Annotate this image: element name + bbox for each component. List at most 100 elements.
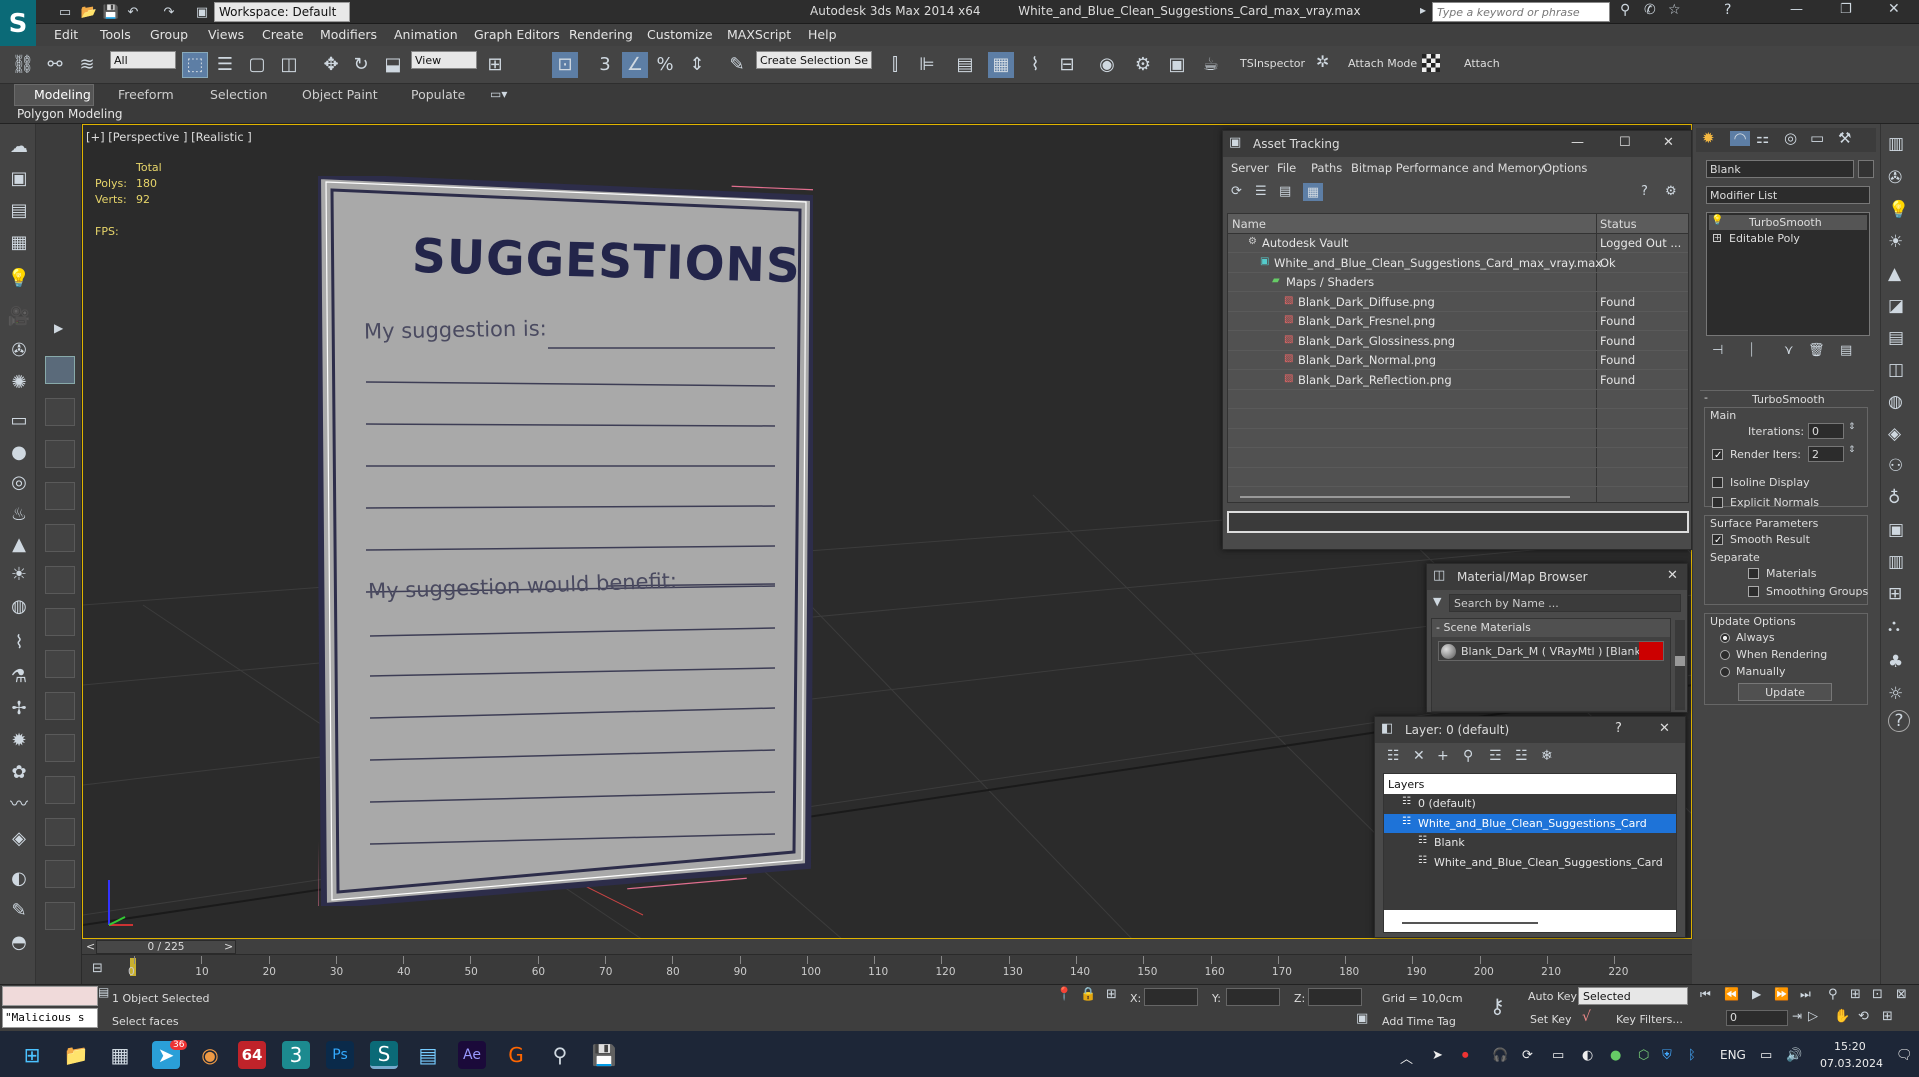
geosphere-icon[interactable]: ◍ xyxy=(6,594,32,620)
maxscript-listener-input[interactable]: "Malicious s xyxy=(2,1008,98,1028)
asset-scrollbar[interactable] xyxy=(1240,496,1570,498)
vray-layers-icon[interactable]: ▣ xyxy=(1888,522,1904,539)
update-button[interactable]: Update xyxy=(1738,683,1832,701)
undo-icon[interactable]: ↶ xyxy=(124,3,142,21)
layer-scrollbar[interactable] xyxy=(1402,922,1538,924)
tree-view-icon[interactable]: ▤ xyxy=(1279,185,1291,198)
vray-plane-icon[interactable]: ◫ xyxy=(1888,362,1904,379)
network-icon[interactable]: ◓ xyxy=(6,930,32,956)
file-explorer-icon[interactable]: 📁 xyxy=(62,1041,90,1069)
reference-coord-dropdown[interactable]: View xyxy=(411,51,477,69)
key-icon[interactable]: ⚷ xyxy=(1490,996,1505,1016)
utilities-tab-icon[interactable]: ⚒ xyxy=(1838,131,1851,146)
help-icon[interactable]: ? xyxy=(1724,3,1731,17)
show-end-result-icon[interactable]: ⏐ xyxy=(1748,344,1755,357)
notepad-icon[interactable]: ▤ xyxy=(414,1041,442,1069)
asset-menu-file[interactable]: File xyxy=(1277,161,1296,175)
torus-icon[interactable]: ◎ xyxy=(6,470,32,496)
clock-time[interactable]: 15:20 xyxy=(1834,1040,1866,1053)
menu-animation[interactable]: Animation xyxy=(394,27,458,42)
ribbon-tab-populate[interactable]: Populate xyxy=(411,87,465,102)
x-field[interactable] xyxy=(1144,988,1198,1006)
tray-nvidia-icon[interactable]: ◐ xyxy=(1582,1048,1593,1063)
attach-mode-icon[interactable]: ✲ xyxy=(1316,54,1329,70)
listener-icon[interactable]: ▤ xyxy=(98,986,109,998)
layout-grid-4[interactable] xyxy=(45,524,75,552)
freeze-all-layers-icon[interactable]: ❄ xyxy=(1541,749,1553,763)
isolate-icon[interactable]: 📍 xyxy=(1056,988,1072,1001)
angle-snap-icon[interactable]: ∠ xyxy=(622,52,648,78)
language-indicator[interactable]: ENG xyxy=(1720,1048,1746,1062)
scene-explorer-icon[interactable]: ▦ xyxy=(6,230,32,256)
select-by-name-icon[interactable]: ☰ xyxy=(212,52,238,78)
trackbar-mini-curve-icon[interactable]: ⊟ xyxy=(92,962,103,975)
ribbon-tab-selection[interactable]: Selection xyxy=(210,87,268,102)
select-layer-icon[interactable]: ⚲ xyxy=(1463,749,1473,763)
vray-materials-icon[interactable]: ⊞ xyxy=(1888,586,1902,603)
scale-icon[interactable]: ⬓ xyxy=(380,52,406,78)
curve-editor-icon[interactable]: ⌇ xyxy=(1022,52,1048,78)
plant-icon[interactable]: ✿ xyxy=(6,760,32,786)
mirror-icon[interactable]: ⫿ xyxy=(882,52,908,78)
add-to-layer-icon[interactable]: + xyxy=(1437,749,1449,763)
zoom-extents-icon[interactable]: ⊡ xyxy=(1872,988,1883,1001)
layout-grid-2[interactable] xyxy=(45,440,75,468)
vray-sun-icon[interactable]: ☀ xyxy=(1888,234,1903,251)
layout-grid-10[interactable] xyxy=(45,776,75,804)
search-app-icon[interactable]: ⚲ xyxy=(546,1041,574,1069)
bulb-icon[interactable]: 💡 xyxy=(1711,216,1723,226)
material-browser-window[interactable]: Material/Map Browser ◫ ✕ ▼ Search by Nam… xyxy=(1426,563,1688,713)
after-effects-icon[interactable]: Ae xyxy=(458,1041,486,1069)
menu-modifiers[interactable]: Modifiers xyxy=(320,27,377,42)
layer-help-icon[interactable]: ? xyxy=(1615,721,1622,736)
asset-row[interactable]: ▣ White_and_Blue_Clean_Suggestions_Card_m… xyxy=(1228,254,1688,273)
material-browser-close-icon[interactable]: ✕ xyxy=(1667,568,1678,583)
menu-tools[interactable]: Tools xyxy=(100,27,131,42)
vray-batch-icon[interactable]: ⛬ xyxy=(1888,618,1900,635)
vray-frame-icon[interactable]: ▥ xyxy=(1888,136,1904,153)
layer-dialog[interactable]: Layer: 0 (default) ◧ ? ✕ ☷ ✕ + ⚲ ☲ ☳ ❄ L… xyxy=(1374,716,1686,938)
add-time-tag[interactable]: Add Time Tag xyxy=(1382,1015,1456,1028)
layout-grid-6[interactable] xyxy=(45,608,75,636)
material-editor-icon[interactable]: ◉ xyxy=(1094,52,1120,78)
asset-maximize-icon[interactable]: ☐ xyxy=(1619,135,1631,150)
layout-grid-11[interactable] xyxy=(45,818,75,846)
pan-icon[interactable]: ✋ xyxy=(1834,1010,1850,1023)
menu-maxscript[interactable]: MAXScript xyxy=(727,27,791,42)
menu-graph-editors[interactable]: Graph Editors xyxy=(474,27,560,42)
asset-close-icon[interactable]: ✕ xyxy=(1663,135,1674,150)
rollout-title[interactable]: TurboSmooth xyxy=(1752,393,1825,406)
expand-layouts-icon[interactable]: ▶ xyxy=(54,322,63,334)
bind-space-warp-icon[interactable]: ≋ xyxy=(74,52,100,78)
render-iters-spinner-icon[interactable]: ⇕ xyxy=(1848,446,1856,455)
key-filters-button[interactable]: Key Filters... xyxy=(1616,1013,1683,1026)
menu-help[interactable]: Help xyxy=(808,27,837,42)
layer-row[interactable]: ☷ White_and_Blue_Clean_Suggestions_Card xyxy=(1384,813,1676,833)
hierarchy-tab-icon[interactable]: ⚏ xyxy=(1756,131,1769,146)
compound-icon[interactable]: ⚗ xyxy=(6,664,32,690)
vray-proxy-icon[interactable]: ◪ xyxy=(1888,298,1904,315)
vray-fur-icon[interactable]: ▤ xyxy=(1888,330,1904,347)
particle-icon[interactable]: ✺ xyxy=(6,370,32,396)
named-selection-dropdown[interactable]: Create Selection Se xyxy=(756,51,872,69)
favorites-star-icon[interactable]: ☆ xyxy=(1668,3,1681,17)
material-search-input[interactable]: Search by Name ... xyxy=(1449,594,1681,612)
app-logo-button[interactable]: S xyxy=(0,0,36,48)
asset-menu-server[interactable]: Server xyxy=(1231,161,1269,175)
remove-modifier-icon[interactable]: 🗑 xyxy=(1808,344,1825,357)
vray-vfb-icon[interactable]: ▥ xyxy=(1888,554,1904,571)
refresh-icon[interactable]: ⟳ xyxy=(1231,185,1242,198)
rectangular-selection-icon[interactable]: ▢ xyxy=(244,52,270,78)
asset-row[interactable]: ⚙ Autodesk Vault Logged Out ... xyxy=(1228,234,1688,253)
render-production-icon[interactable]: ☕ xyxy=(1198,52,1224,78)
smooth-result-checkbox[interactable] xyxy=(1712,534,1723,545)
field-of-view-icon[interactable]: ▷ xyxy=(1808,1010,1818,1023)
light-bulb-icon[interactable]: 💡 xyxy=(6,266,32,292)
layer-row[interactable]: ☷ Blank xyxy=(1384,833,1676,852)
layer-dialog-titlebar[interactable]: Layer: 0 (default) xyxy=(1375,717,1685,743)
time-slider-next-icon[interactable]: > xyxy=(224,940,233,953)
render-sphere-icon[interactable]: ◐ xyxy=(6,866,32,892)
tray-record-icon[interactable]: ⏺ xyxy=(1462,1048,1469,1063)
suggestion-card-model[interactable]: SUGGESTIONS My suggestion is: My suggest… xyxy=(318,176,813,906)
asset-row[interactable]: ▧ Blank_Dark_Glossiness.png Found xyxy=(1228,332,1688,351)
